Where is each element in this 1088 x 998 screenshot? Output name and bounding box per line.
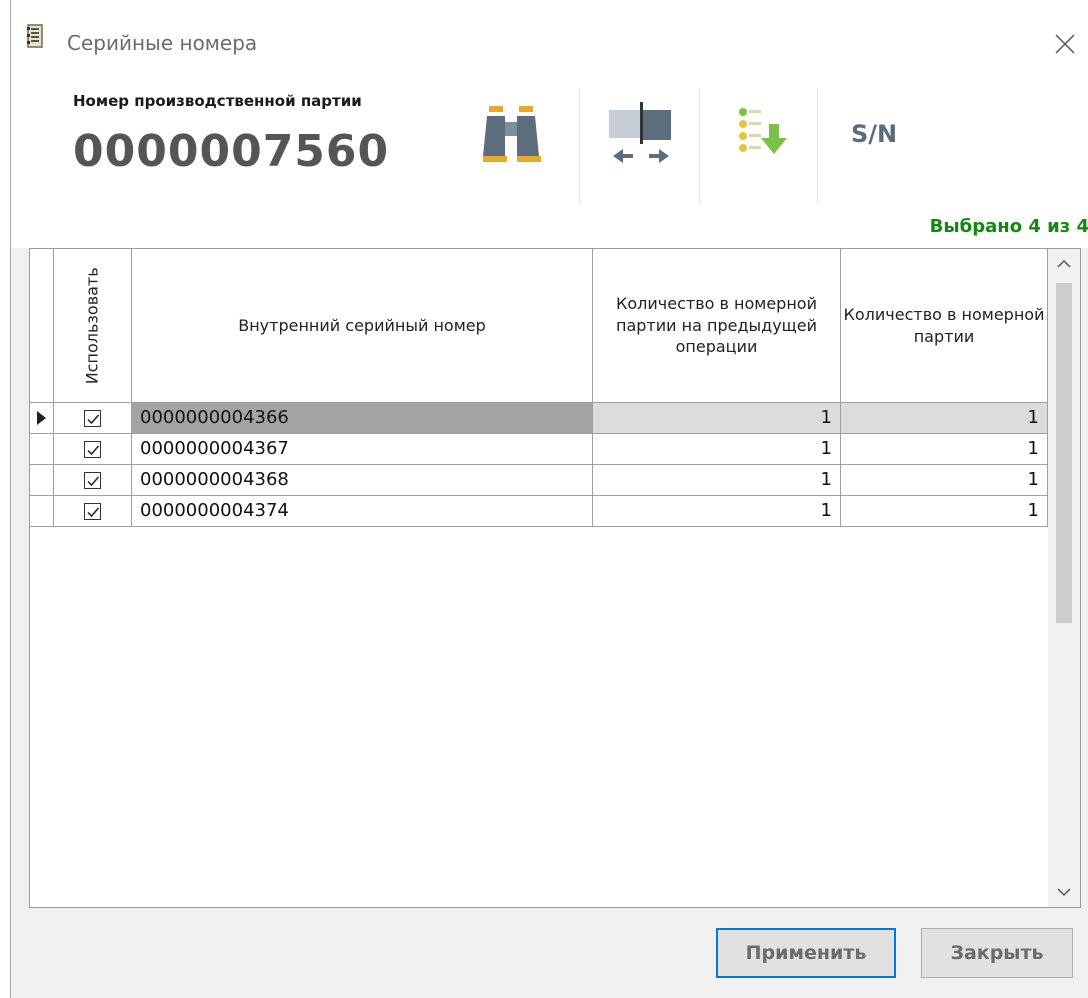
- close-button[interactable]: Закрыть: [921, 928, 1073, 978]
- vertical-scrollbar[interactable]: [1048, 249, 1080, 907]
- use-checkbox[interactable]: [84, 409, 101, 427]
- close-icon[interactable]: [1047, 26, 1083, 62]
- batch-label: Номер производственной партии: [73, 92, 362, 110]
- use-checkbox[interactable]: [84, 471, 101, 489]
- row-selector[interactable]: [30, 496, 54, 527]
- window-title: Серийные номера: [67, 31, 258, 55]
- column-header-qty[interactable]: Количество в номерной партии: [841, 249, 1048, 403]
- column-label-prev-qty: Количество в номерной партии на предыдущ…: [616, 294, 817, 357]
- prev-qty-cell[interactable]: 1: [593, 496, 841, 527]
- use-checkbox[interactable]: [84, 502, 101, 520]
- title-bar: Серийные номера: [11, 0, 1088, 88]
- table-row[interactable]: 0000000004366 1 1: [30, 403, 1048, 434]
- serial-cell[interactable]: 0000000004367: [132, 434, 593, 465]
- binoculars-icon: [483, 106, 541, 162]
- prev-qty-cell[interactable]: 1: [593, 434, 841, 465]
- column-label-qty: Количество в номерной партии: [843, 304, 1045, 346]
- column-header-prev-qty[interactable]: Количество в номерной партии на предыдущ…: [593, 249, 841, 403]
- toolbar-separator: [817, 88, 818, 204]
- row-selector[interactable]: [30, 465, 54, 496]
- sn-label: S/N: [851, 120, 898, 148]
- column-label-use: Использовать: [82, 267, 102, 384]
- grid-body: Использовать Внутренний серийный номер К…: [30, 249, 1048, 907]
- current-row-icon: [37, 411, 46, 425]
- toolbar-separator: [579, 88, 580, 204]
- serial-grid[interactable]: Использовать Внутренний серийный номер К…: [29, 248, 1081, 908]
- column-label-serial: Внутренний серийный номер: [238, 315, 486, 335]
- prev-qty-cell[interactable]: 1: [593, 403, 841, 434]
- batch-header: Номер производственной партии 0000007560: [11, 88, 1088, 248]
- qty-cell[interactable]: 1: [841, 403, 1048, 434]
- transfer-button[interactable]: [585, 88, 705, 204]
- selected-count: Выбрано 4 из 4: [929, 216, 1088, 237]
- list-download-icon: [739, 108, 787, 154]
- scroll-thumb[interactable]: [1056, 283, 1072, 623]
- prev-qty-cell[interactable]: 1: [593, 465, 841, 496]
- qty-cell[interactable]: 1: [841, 496, 1048, 527]
- apply-button[interactable]: Применить: [716, 928, 896, 978]
- transfer-arrows-icon: [609, 102, 671, 163]
- toolbar-separator: [699, 88, 700, 204]
- use-cell[interactable]: [54, 434, 132, 465]
- qty-cell[interactable]: 1: [841, 434, 1048, 465]
- scroll-down-icon[interactable]: [1048, 877, 1080, 907]
- table-row[interactable]: 0000000004374 1 1: [30, 496, 1048, 527]
- batch-number: 0000007560: [73, 126, 390, 177]
- use-checkbox[interactable]: [84, 440, 101, 458]
- find-button[interactable]: [461, 88, 581, 204]
- fill-list-button[interactable]: [705, 88, 825, 204]
- serial-cell[interactable]: 0000000004374: [132, 496, 593, 527]
- table-row[interactable]: 0000000004368 1 1: [30, 465, 1048, 496]
- scroll-up-icon[interactable]: [1048, 249, 1080, 279]
- row-selector[interactable]: [30, 403, 54, 434]
- row-selector[interactable]: [30, 434, 54, 465]
- table-row[interactable]: 0000000004367 1 1: [30, 434, 1048, 465]
- serial-numbers-window: Серийные номера Номер производственной п…: [10, 0, 1088, 998]
- serial-cell[interactable]: 0000000004368: [132, 465, 593, 496]
- column-header-use[interactable]: Использовать: [54, 249, 132, 403]
- row-selector-header: [30, 249, 54, 403]
- use-cell[interactable]: [54, 496, 132, 527]
- use-cell[interactable]: [54, 403, 132, 434]
- list-document-icon: [26, 24, 48, 50]
- qty-cell[interactable]: 1: [841, 465, 1048, 496]
- serial-cell[interactable]: 0000000004366: [132, 403, 593, 434]
- serial-number-button[interactable]: S/N: [823, 88, 943, 204]
- column-header-serial[interactable]: Внутренний серийный номер: [132, 249, 593, 403]
- use-cell[interactable]: [54, 465, 132, 496]
